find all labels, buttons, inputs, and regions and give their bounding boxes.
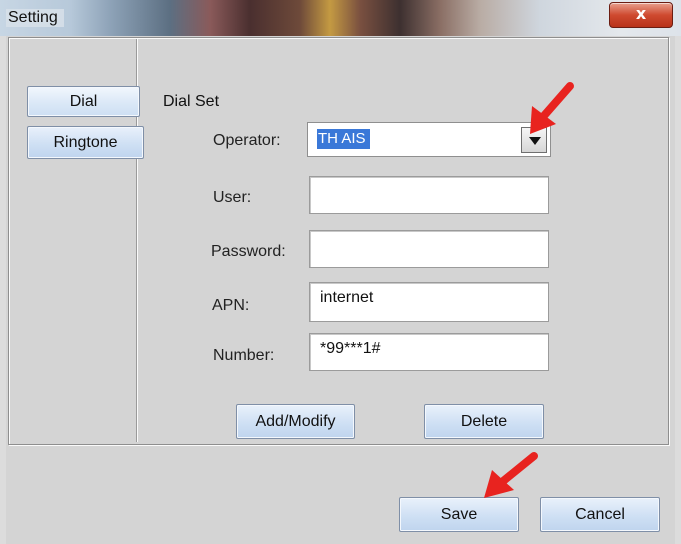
close-button[interactable]: x — [609, 2, 673, 28]
number-label: Number: — [213, 347, 275, 364]
user-label: User: — [213, 189, 252, 206]
user-input[interactable] — [309, 176, 549, 214]
red-arrow-icon — [530, 82, 574, 134]
operator-select-value: TH AIS — [317, 129, 370, 149]
settings-window: Setting x Dial Ringtone Dial Set Operato… — [0, 0, 681, 544]
nav-item-ringtone[interactable]: Ringtone — [27, 126, 144, 159]
number-input[interactable]: *99***1# — [309, 333, 549, 371]
delete-button[interactable]: Delete — [424, 404, 544, 439]
cancel-button[interactable]: Cancel — [540, 497, 660, 532]
operator-label: Operator: — [213, 132, 281, 149]
red-arrow-icon — [484, 452, 538, 498]
save-button[interactable]: Save — [399, 497, 519, 532]
dial-set-group-label: Dial Set — [163, 93, 220, 110]
add-modify-button[interactable]: Add/Modify — [236, 404, 355, 439]
apn-label: APN: — [212, 297, 250, 314]
password-input[interactable] — [309, 230, 549, 268]
title-bar[interactable]: Setting x — [0, 0, 681, 36]
apn-input[interactable]: internet — [309, 282, 549, 322]
close-icon: x — [635, 4, 647, 23]
operator-select[interactable]: TH AIS — [307, 122, 551, 157]
nav-item-dial[interactable]: Dial — [27, 86, 140, 117]
password-label: Password: — [211, 243, 286, 260]
window-title: Setting — [6, 9, 64, 27]
